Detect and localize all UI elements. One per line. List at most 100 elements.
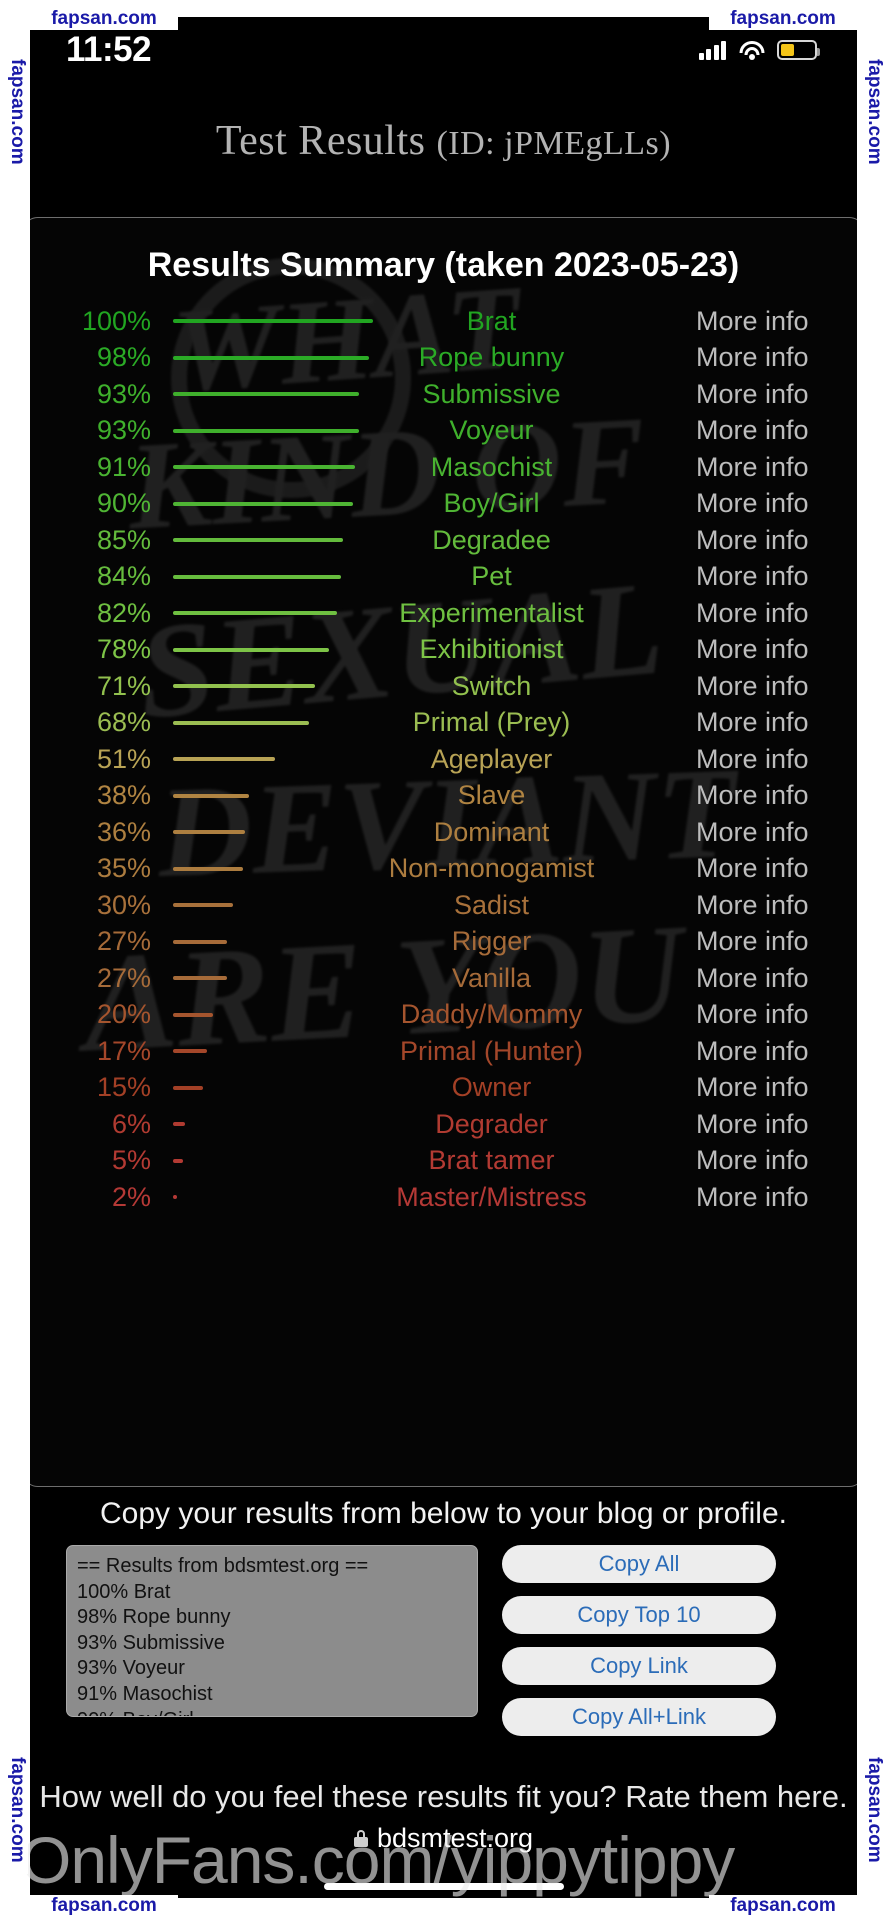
result-row: 51% Ageplayer More info	[30, 741, 857, 778]
result-bar-fill	[173, 866, 243, 871]
battery-low-power-icon	[777, 40, 820, 60]
copy-hint: Copy your results from below to your blo…	[100, 1497, 787, 1530]
result-percent: 71%	[96, 670, 151, 701]
more-info-link[interactable]: More info	[696, 634, 857, 665]
result-bar-track	[151, 903, 373, 908]
more-info-link[interactable]: More info	[696, 963, 857, 994]
more-info-link[interactable]: More info	[696, 379, 857, 410]
more-info-link[interactable]: More info	[696, 1036, 857, 1067]
result-bar-track	[151, 793, 373, 798]
result-bar-track	[151, 830, 373, 835]
more-info-link[interactable]: More info	[696, 744, 857, 775]
result-bar-track	[151, 757, 373, 762]
result-row: 2% Master/Mistress More info	[30, 1179, 857, 1216]
rate-results-text[interactable]: How well do you feel these results fit y…	[30, 1779, 857, 1815]
result-percent: 15%	[96, 1072, 151, 1103]
result-row: 36% Dominant More info	[30, 814, 857, 851]
result-label: Rope bunny	[418, 342, 565, 373]
copy-all-button[interactable]: Copy All	[502, 1545, 776, 1583]
result-bar-track	[151, 611, 373, 616]
result-row: 78% Exhibitionist More info	[30, 632, 857, 669]
result-row: 6% Degrader More info	[30, 1106, 857, 1143]
page-title-main: Test Results	[215, 118, 426, 164]
result-percent: 90%	[96, 488, 151, 519]
more-info-link[interactable]: More info	[696, 342, 857, 373]
copy-top10-button[interactable]: Copy Top 10	[502, 1596, 776, 1634]
more-info-link[interactable]: More info	[696, 890, 857, 921]
result-percent: 30%	[96, 889, 151, 920]
lock-icon	[353, 1830, 368, 1847]
result-row: 68% Primal (Prey) More info	[30, 705, 857, 742]
more-info-link[interactable]: More info	[696, 452, 857, 483]
url-text: bdsmtest.org	[376, 1823, 534, 1853]
results-list: 100% Brat More info 98% Rope bunny More info 9…	[30, 303, 857, 1216]
result-bar-fill	[173, 647, 329, 652]
result-bar-track	[151, 976, 373, 981]
more-info-link[interactable]: More info	[696, 306, 857, 337]
result-row: 71% Switch More info	[30, 668, 857, 705]
more-info-link[interactable]: More info	[696, 671, 857, 702]
result-label: Experimentalist	[399, 597, 584, 628]
result-row: 82% Experimentalist More info	[30, 595, 857, 632]
frame-edge-right	[857, 0, 887, 1920]
more-info-link[interactable]: More info	[696, 999, 857, 1030]
result-percent: 6%	[111, 1108, 151, 1139]
more-info-link[interactable]: More info	[696, 561, 857, 592]
more-info-link[interactable]: More info	[696, 926, 857, 957]
result-row: 91% Masochist More info	[30, 449, 857, 486]
copy-all-link-button[interactable]: Copy All+Link	[502, 1698, 776, 1736]
result-row: 93% Submissive More info	[30, 376, 857, 413]
frame-edge-left	[0, 0, 30, 1920]
result-label: Primal (Hunter)	[399, 1035, 584, 1066]
more-info-link[interactable]: More info	[696, 598, 857, 629]
home-indicator[interactable]	[323, 1883, 564, 1890]
result-bar-track	[151, 1049, 373, 1054]
result-percent: 27%	[96, 962, 151, 993]
result-label: Sadist	[453, 889, 530, 920]
result-label: Submissive	[422, 378, 561, 409]
result-percent: 100%	[81, 305, 151, 336]
result-label: Owner	[451, 1072, 532, 1103]
result-percent: 51%	[96, 743, 151, 774]
result-label: Master/Mistress	[396, 1181, 587, 1212]
result-row: 30% Sadist More info	[30, 887, 857, 924]
result-percent: 2%	[111, 1181, 151, 1212]
status-clock: 11:52	[66, 30, 152, 69]
results-card: WHAT KIND OF SEXUAL DEVIANT ARE YOU Resu…	[30, 217, 857, 1487]
result-bar-track	[151, 866, 373, 871]
more-info-link[interactable]: More info	[696, 1109, 857, 1140]
copy-link-button[interactable]: Copy Link	[502, 1647, 776, 1685]
watermark-right-vertical-bottom: fapsan.com	[859, 1744, 885, 1874]
result-label: Voyeur	[449, 415, 534, 446]
result-bar-fill	[173, 976, 227, 981]
result-row: 38% Slave More info	[30, 778, 857, 815]
wifi-icon	[739, 40, 764, 60]
result-label: Exhibitionist	[419, 634, 564, 665]
copy-area: == Results from bdsmtest.org == 100% Bra…	[66, 1545, 857, 1736]
more-info-link[interactable]: More info	[696, 488, 857, 519]
result-row: 27% Rigger More info	[30, 924, 857, 961]
result-bar-track	[151, 501, 373, 506]
result-percent: 91%	[96, 451, 151, 482]
result-percent: 78%	[96, 634, 151, 665]
result-bar-track	[151, 1122, 373, 1127]
more-info-link[interactable]: More info	[696, 780, 857, 811]
more-info-link[interactable]: More info	[696, 415, 857, 446]
more-info-link[interactable]: More info	[696, 1145, 857, 1176]
watermark-bottom-left: fapsan.com	[30, 1895, 178, 1917]
result-percent: 36%	[96, 816, 151, 847]
result-label: Primal (Prey)	[412, 707, 571, 738]
result-bar-fill	[173, 538, 343, 543]
result-bar-fill	[173, 574, 341, 579]
browser-url-bar[interactable]: bdsmtest.org	[30, 1823, 857, 1854]
result-bar-fill	[173, 319, 373, 324]
more-info-link[interactable]: More info	[696, 707, 857, 738]
results-textarea[interactable]: == Results from bdsmtest.org == 100% Bra…	[66, 1545, 478, 1717]
more-info-link[interactable]: More info	[696, 525, 857, 556]
more-info-link[interactable]: More info	[696, 1072, 857, 1103]
result-bar-fill	[173, 1085, 203, 1090]
more-info-link[interactable]: More info	[696, 1182, 857, 1213]
more-info-link[interactable]: More info	[696, 817, 857, 848]
watermark-top-right: fapsan.com	[709, 8, 857, 30]
more-info-link[interactable]: More info	[696, 853, 857, 884]
